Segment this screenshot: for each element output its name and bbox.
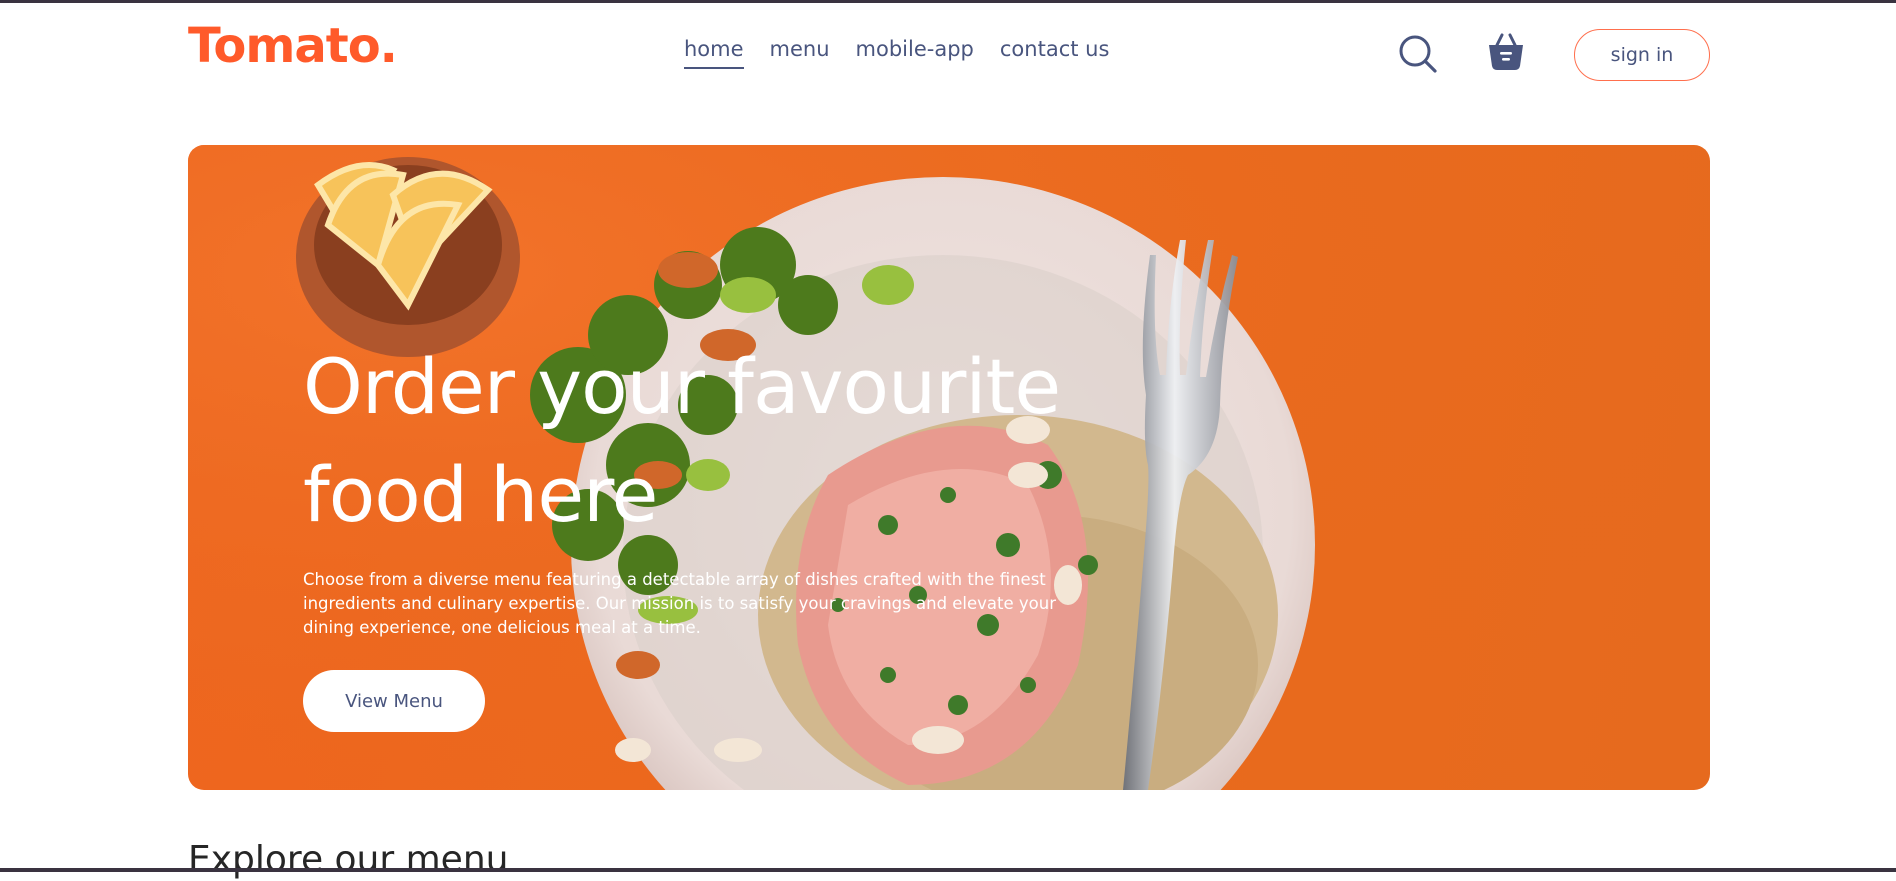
hero-title: Order your favourite food here bbox=[303, 342, 1061, 539]
hero-description: Choose from a diverse menu featuring a d… bbox=[303, 570, 1057, 637]
window-bottom-border bbox=[0, 868, 1896, 872]
hero-banner: Order your favourite food here Choose fr… bbox=[188, 145, 1710, 790]
search-icon[interactable] bbox=[1398, 34, 1438, 74]
main-nav: home menu mobile-app contact us bbox=[684, 37, 1110, 70]
explore-menu-title: Explore our menu bbox=[188, 839, 509, 880]
nav-link-home[interactable]: home bbox=[684, 37, 744, 70]
basket-icon[interactable] bbox=[1486, 32, 1526, 72]
nav-link-menu[interactable]: menu bbox=[770, 37, 830, 69]
view-menu-button[interactable]: View Menu bbox=[303, 670, 485, 732]
window-top-border bbox=[0, 0, 1896, 3]
brand-logo[interactable]: Tomato. bbox=[188, 22, 398, 70]
nav-link-contact-us[interactable]: contact us bbox=[1000, 37, 1110, 69]
sign-in-button[interactable]: sign in bbox=[1574, 29, 1710, 81]
nav-link-mobile-app[interactable]: mobile-app bbox=[856, 37, 974, 69]
